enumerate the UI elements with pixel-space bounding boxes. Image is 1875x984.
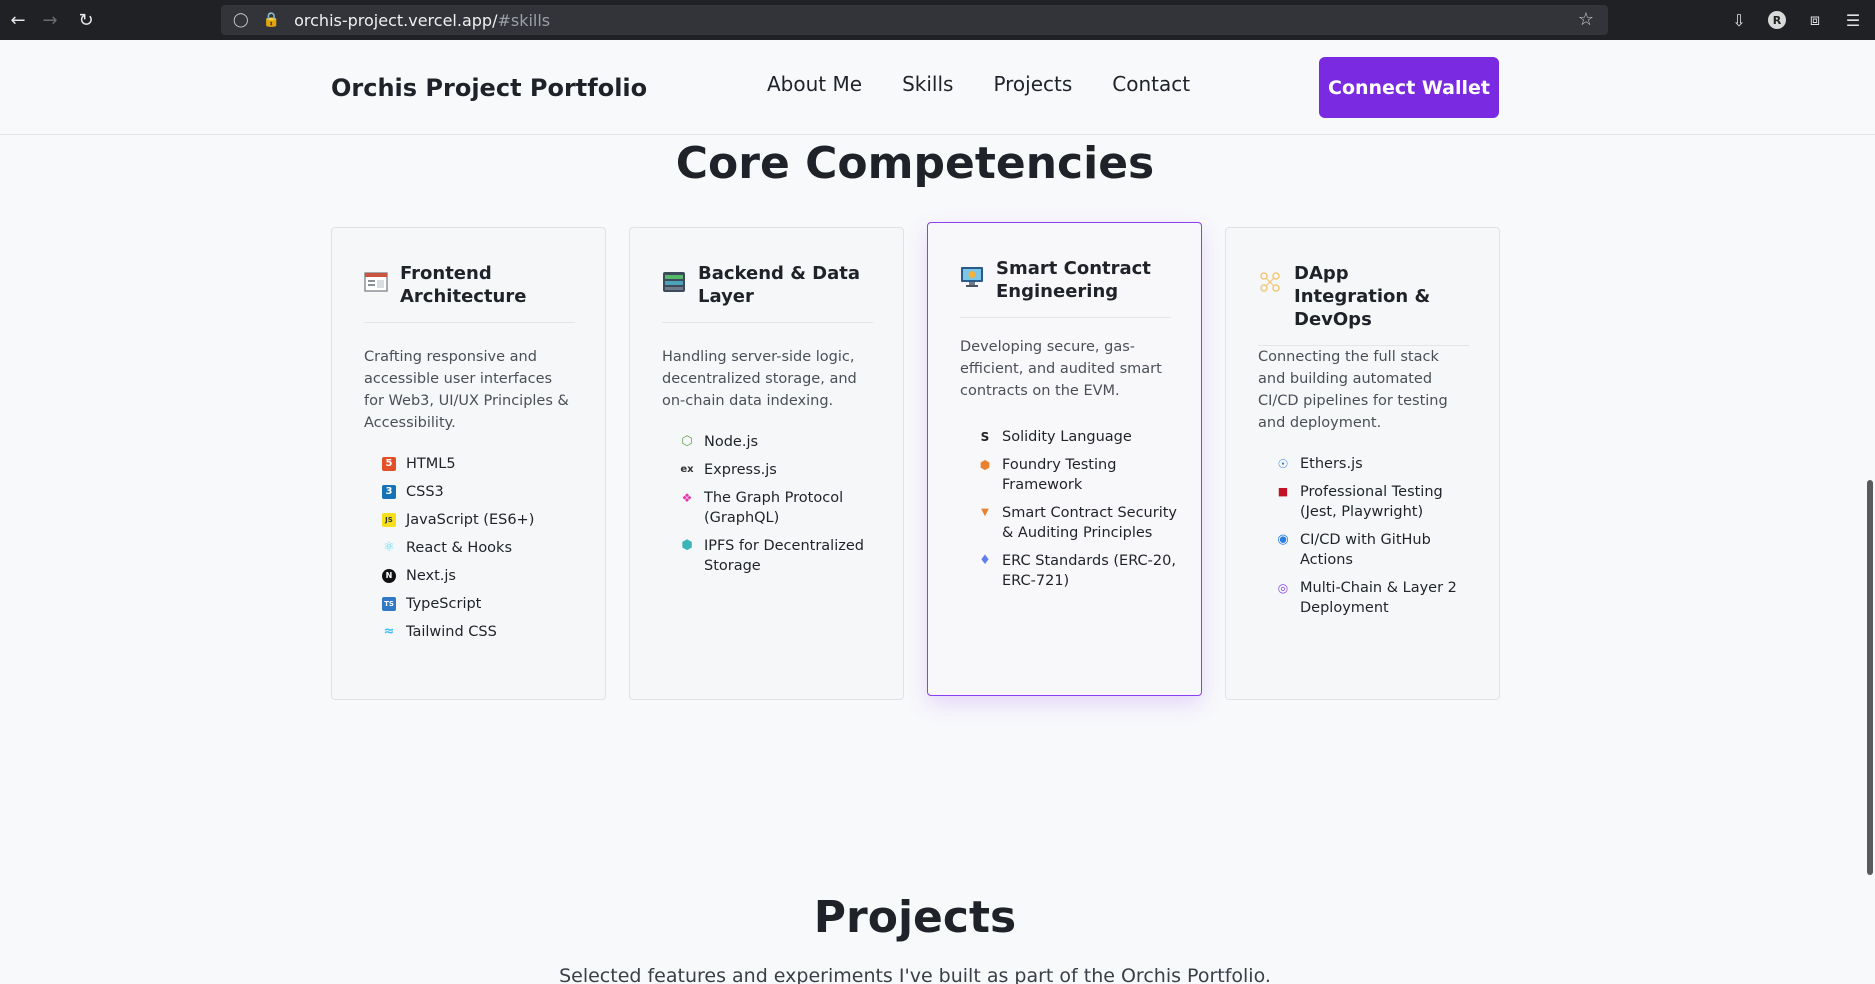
network-nodes-icon [1260,272,1280,292]
typescript-icon: TS [382,597,396,611]
list-item: ❖ The Graph Protocol (GraphQL) [681,490,844,526]
express-icon: ex [680,464,694,475]
list-item: ◉ CI/CD with GitHub Actions [1277,532,1431,568]
card-description: Handling server-side logic, decentralize… [662,349,857,409]
security-icon: ▼ [981,507,989,518]
brand-title[interactable]: Orchis Project Portfolio [331,74,647,102]
monitor-icon [961,267,983,287]
list-item: ⬢ IPFS for Decentralized Storage [681,538,864,574]
card-description: Connecting the full stack and building a… [1258,349,1448,431]
ipfs-icon: ⬢ [681,538,693,553]
foundry-icon: ⬢ [979,458,991,472]
list-item: JS JavaScript (ES6+) [382,510,581,530]
nodejs-icon: ⬡ [681,434,693,449]
list-item: ◎ Multi-Chain & Layer 2 Deployment [1277,580,1457,616]
profile-avatar[interactable]: R [1765,8,1789,32]
ethereum-icon: ♦ [979,553,991,568]
list-item: ex Express.js [680,462,777,478]
html5-icon: 5 [382,457,396,471]
list-item: S Solidity Language [978,427,1177,447]
back-button[interactable]: ← [0,0,36,40]
competency-card-backend: Backend & Data Layer Handling server-sid… [629,227,904,700]
forward-button[interactable]: → [32,0,68,40]
download-icon[interactable]: ⇩ [1727,8,1751,32]
list-item: 5 HTML5 [382,454,581,474]
card-title: Backend & Data Layer [698,263,860,307]
list-item: ☉ Ethers.js [1277,456,1363,472]
projects-title: Projects [813,892,1017,943]
list-item: ≈ Tailwind CSS [383,624,497,640]
card-description: Crafting responsive and accessible user … [364,349,569,431]
card-title: DApp Integration & DevOps [1294,263,1431,330]
competency-card-smart-contract[interactable]: Smart Contract Engineering Developing se… [927,222,1202,696]
list-item: ■ Professional Testing (Jest, Playwright) [1277,484,1443,520]
url-hash: #skills [497,10,551,30]
shield-icon[interactable]: ◯ [233,12,249,28]
competency-card-frontend: Frontend Architecture Crafting responsiv… [331,227,606,700]
lock-icon[interactable]: 🔒 [263,12,280,28]
nextjs-icon: N [382,569,396,583]
main-nav: About Me Skills Projects Contact [767,72,1190,96]
nav-skills[interactable]: Skills [902,72,953,96]
competency-card-dapp-devops: DApp Integration & DevOps Connecting the… [1225,227,1500,700]
list-item: ▼ Smart Contract Security & Auditing Prin… [978,503,1177,543]
list-item: ♦ ERC Standards (ERC-20, ERC-721) [979,553,1176,589]
site-header: Orchis Project Portfolio About Me Skills… [0,40,1875,135]
bookmark-star-icon[interactable]: ☆ [1578,9,1594,30]
list-item: ⬢ Foundry Testing Framework [979,457,1117,493]
scrollbar-thumb[interactable] [1867,480,1873,875]
tailwind-icon: ≈ [383,624,395,639]
testing-icon: ■ [1277,485,1289,498]
reload-button[interactable]: ↻ [68,0,104,40]
connect-wallet-button[interactable]: Connect Wallet [1319,57,1499,118]
database-server-icon [663,272,685,292]
core-competencies-title: Core Competencies [675,138,1155,189]
extensions-icon[interactable]: ⧈ [1803,8,1827,32]
list-item: 3 CSS3 [382,482,581,502]
graph-icon: ❖ [681,491,693,505]
nav-contact[interactable]: Contact [1112,72,1190,96]
address-bar[interactable]: ◯ 🔒 orchis-project.vercel.app/#skills ☆ [221,5,1608,35]
url-host: orchis-project.vercel.app/ [294,10,498,30]
solidity-icon: S [980,430,990,444]
github-icon: ◉ [1277,532,1289,547]
multichain-icon: ◎ [1277,581,1289,595]
projects-subtitle: Selected features and experiments I've b… [559,965,1271,984]
javascript-icon: JS [382,513,396,527]
list-item: ⬡ Node.js [681,434,759,450]
menu-icon[interactable]: ☰ [1841,8,1865,32]
ethers-icon: ☉ [1277,457,1289,471]
list-item: N Next.js [382,566,581,586]
react-icon: ⚛ [383,540,395,555]
card-title: Smart Contract Engineering [996,258,1151,302]
css3-icon: 3 [382,485,396,499]
card-title: Frontend Architecture [400,263,527,307]
browser-window-icon [364,272,388,292]
browser-toolbar: ← → ↻ ◯ 🔒 orchis-project.vercel.app/#ski… [0,0,1875,40]
card-description: Developing secure, gas-efficient, and au… [960,339,1162,399]
nav-projects[interactable]: Projects [993,72,1072,96]
nav-about-me[interactable]: About Me [767,72,862,96]
list-item: TS TypeScript [382,594,581,614]
list-item: ⚛ React & Hooks [383,540,513,556]
page-scrollbar[interactable] [1865,135,1875,984]
